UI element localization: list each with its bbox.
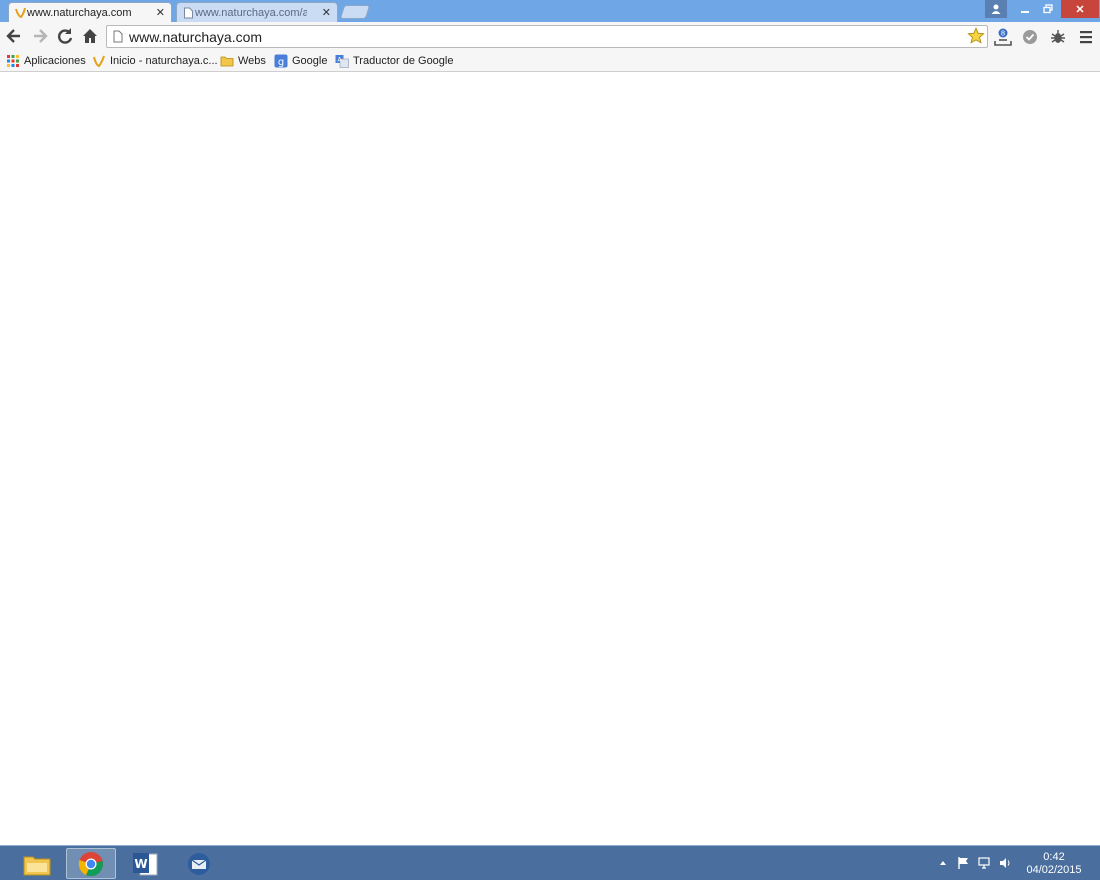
minimize-icon[interactable] bbox=[1013, 0, 1037, 18]
taskbar-file-explorer[interactable] bbox=[12, 848, 62, 879]
bookmark-apps[interactable]: Aplicaciones bbox=[6, 53, 86, 69]
system-clock[interactable]: 0:42 04/02/2015 bbox=[1018, 851, 1090, 877]
chrome-icon bbox=[78, 851, 103, 876]
google-icon: g bbox=[274, 54, 288, 68]
taskbar-word[interactable]: W bbox=[120, 848, 170, 879]
back-arrow-icon[interactable] bbox=[4, 26, 24, 46]
taskbar-chrome[interactable] bbox=[66, 848, 116, 879]
action-center-flag-icon[interactable] bbox=[956, 856, 970, 870]
bookmark-label: Webs bbox=[238, 55, 266, 67]
page-icon bbox=[113, 30, 123, 43]
clock-date: 04/02/2015 bbox=[1026, 864, 1082, 876]
user-icon[interactable] bbox=[985, 0, 1007, 18]
bookmark-traductor[interactable]: A Traductor de Google bbox=[335, 53, 453, 69]
address-url: www.naturchaya.com bbox=[129, 29, 263, 45]
thunderbird-icon bbox=[188, 852, 210, 875]
tab-close-icon[interactable]: ✕ bbox=[156, 6, 165, 19]
bookmark-star-icon[interactable] bbox=[967, 27, 985, 45]
svg-text:W: W bbox=[134, 857, 147, 871]
forward-arrow-icon[interactable] bbox=[30, 26, 50, 46]
page-icon bbox=[184, 7, 193, 19]
svg-text:8: 8 bbox=[1001, 30, 1005, 38]
volume-icon[interactable] bbox=[998, 856, 1012, 870]
bookmarks-bar: Aplicaciones Inicio - naturchaya.c... We… bbox=[0, 50, 1100, 72]
bookmark-inicio-naturchaya[interactable]: Inicio - naturchaya.c... bbox=[92, 53, 218, 69]
menu-icon[interactable] bbox=[1076, 27, 1096, 47]
tab-close-icon[interactable]: ✕ bbox=[322, 6, 331, 19]
maximize-icon[interactable] bbox=[1037, 0, 1059, 18]
clock-time: 0:42 bbox=[1043, 851, 1065, 863]
taskbar: W 0:42 04/02/2015 bbox=[0, 845, 1100, 880]
address-bar[interactable]: www.naturchaya.com bbox=[106, 25, 988, 48]
folder-icon bbox=[220, 56, 234, 67]
tab-strip: www.naturchaya.com ✕ www.naturchaya.com/… bbox=[0, 0, 1100, 22]
tab-title: www.naturchaya.com/adn bbox=[195, 6, 307, 19]
word-icon: W bbox=[133, 852, 158, 875]
naturchaya-favicon bbox=[15, 7, 26, 19]
translate-icon: A bbox=[335, 55, 349, 68]
file-explorer-icon bbox=[23, 856, 51, 875]
extension-check-icon[interactable] bbox=[1020, 27, 1040, 47]
bookmark-label: Inicio - naturchaya.c... bbox=[110, 55, 218, 67]
taskbar-thunderbird[interactable] bbox=[174, 848, 224, 879]
bookmark-folder-webs[interactable]: Webs bbox=[220, 53, 266, 69]
show-hidden-icons-icon[interactable] bbox=[936, 856, 950, 870]
network-icon[interactable] bbox=[977, 856, 991, 870]
extension-download-icon[interactable]: 8 bbox=[993, 27, 1013, 47]
page-content[interactable] bbox=[0, 73, 1100, 845]
tab-naturchaya-adn[interactable]: www.naturchaya.com/adn ✕ bbox=[176, 2, 338, 22]
bookmark-label: Google bbox=[292, 55, 328, 67]
naturchaya-favicon bbox=[93, 55, 105, 68]
bookmark-google[interactable]: g Google bbox=[274, 53, 327, 69]
bookmark-label: Aplicaciones bbox=[24, 55, 86, 67]
bookmark-label: Traductor de Google bbox=[353, 55, 454, 67]
home-icon[interactable] bbox=[80, 26, 100, 46]
browser-toolbar: www.naturchaya.com 8 bbox=[0, 22, 1100, 50]
apps-grid-icon bbox=[7, 55, 19, 67]
close-icon[interactable]: ✕ bbox=[1061, 0, 1099, 18]
tab-naturchaya-home[interactable]: www.naturchaya.com ✕ bbox=[8, 2, 172, 22]
reload-icon[interactable] bbox=[55, 26, 75, 46]
svg-text:g: g bbox=[278, 57, 284, 68]
tab-title: www.naturchaya.com bbox=[27, 6, 132, 19]
browser-window: www.naturchaya.com ✕ www.naturchaya.com/… bbox=[0, 0, 1100, 880]
extension-bug-icon[interactable] bbox=[1048, 27, 1068, 47]
new-tab-button[interactable] bbox=[339, 5, 371, 19]
